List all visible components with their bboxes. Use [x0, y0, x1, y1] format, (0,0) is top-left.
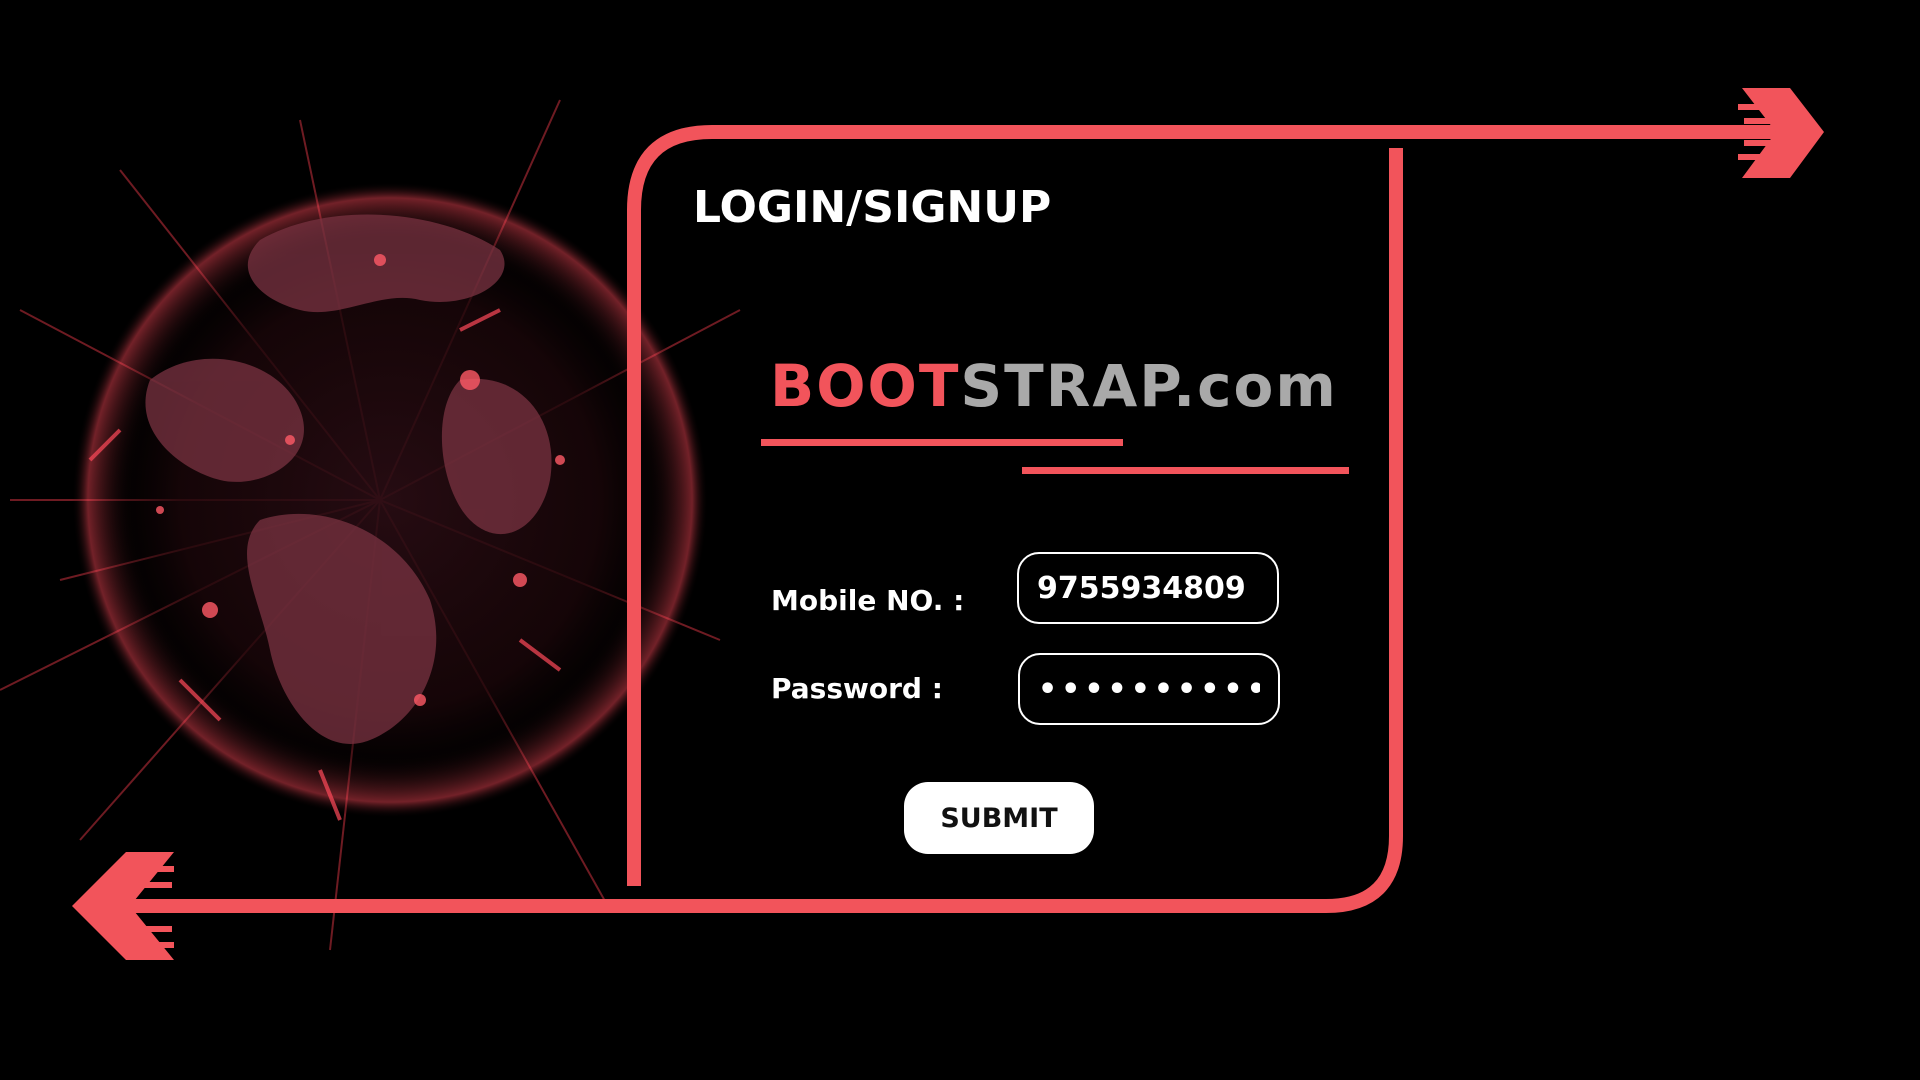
mobile-label: Mobile NO. : [771, 584, 965, 617]
bootstrap-logo: BOOTSTRAP.com [770, 352, 1338, 420]
logo-accent-text: BOOT [770, 352, 961, 420]
logo-muted-text: STRAP.com [960, 352, 1338, 420]
logo-underline-offset [1022, 467, 1349, 474]
password-label: Password : [771, 672, 943, 705]
chevron-arrow-right-icon [1738, 88, 1824, 178]
logo-underline [761, 439, 1123, 446]
globe-illustration [0, 80, 760, 960]
mobile-input[interactable] [1017, 552, 1279, 624]
login-page: LOGIN/SIGNUP BOOTSTRAP.com Mobile NO. : … [0, 0, 1920, 1080]
password-input[interactable] [1018, 653, 1280, 725]
submit-button[interactable]: SUBMIT [904, 782, 1094, 854]
page-title: LOGIN/SIGNUP [693, 182, 1052, 233]
